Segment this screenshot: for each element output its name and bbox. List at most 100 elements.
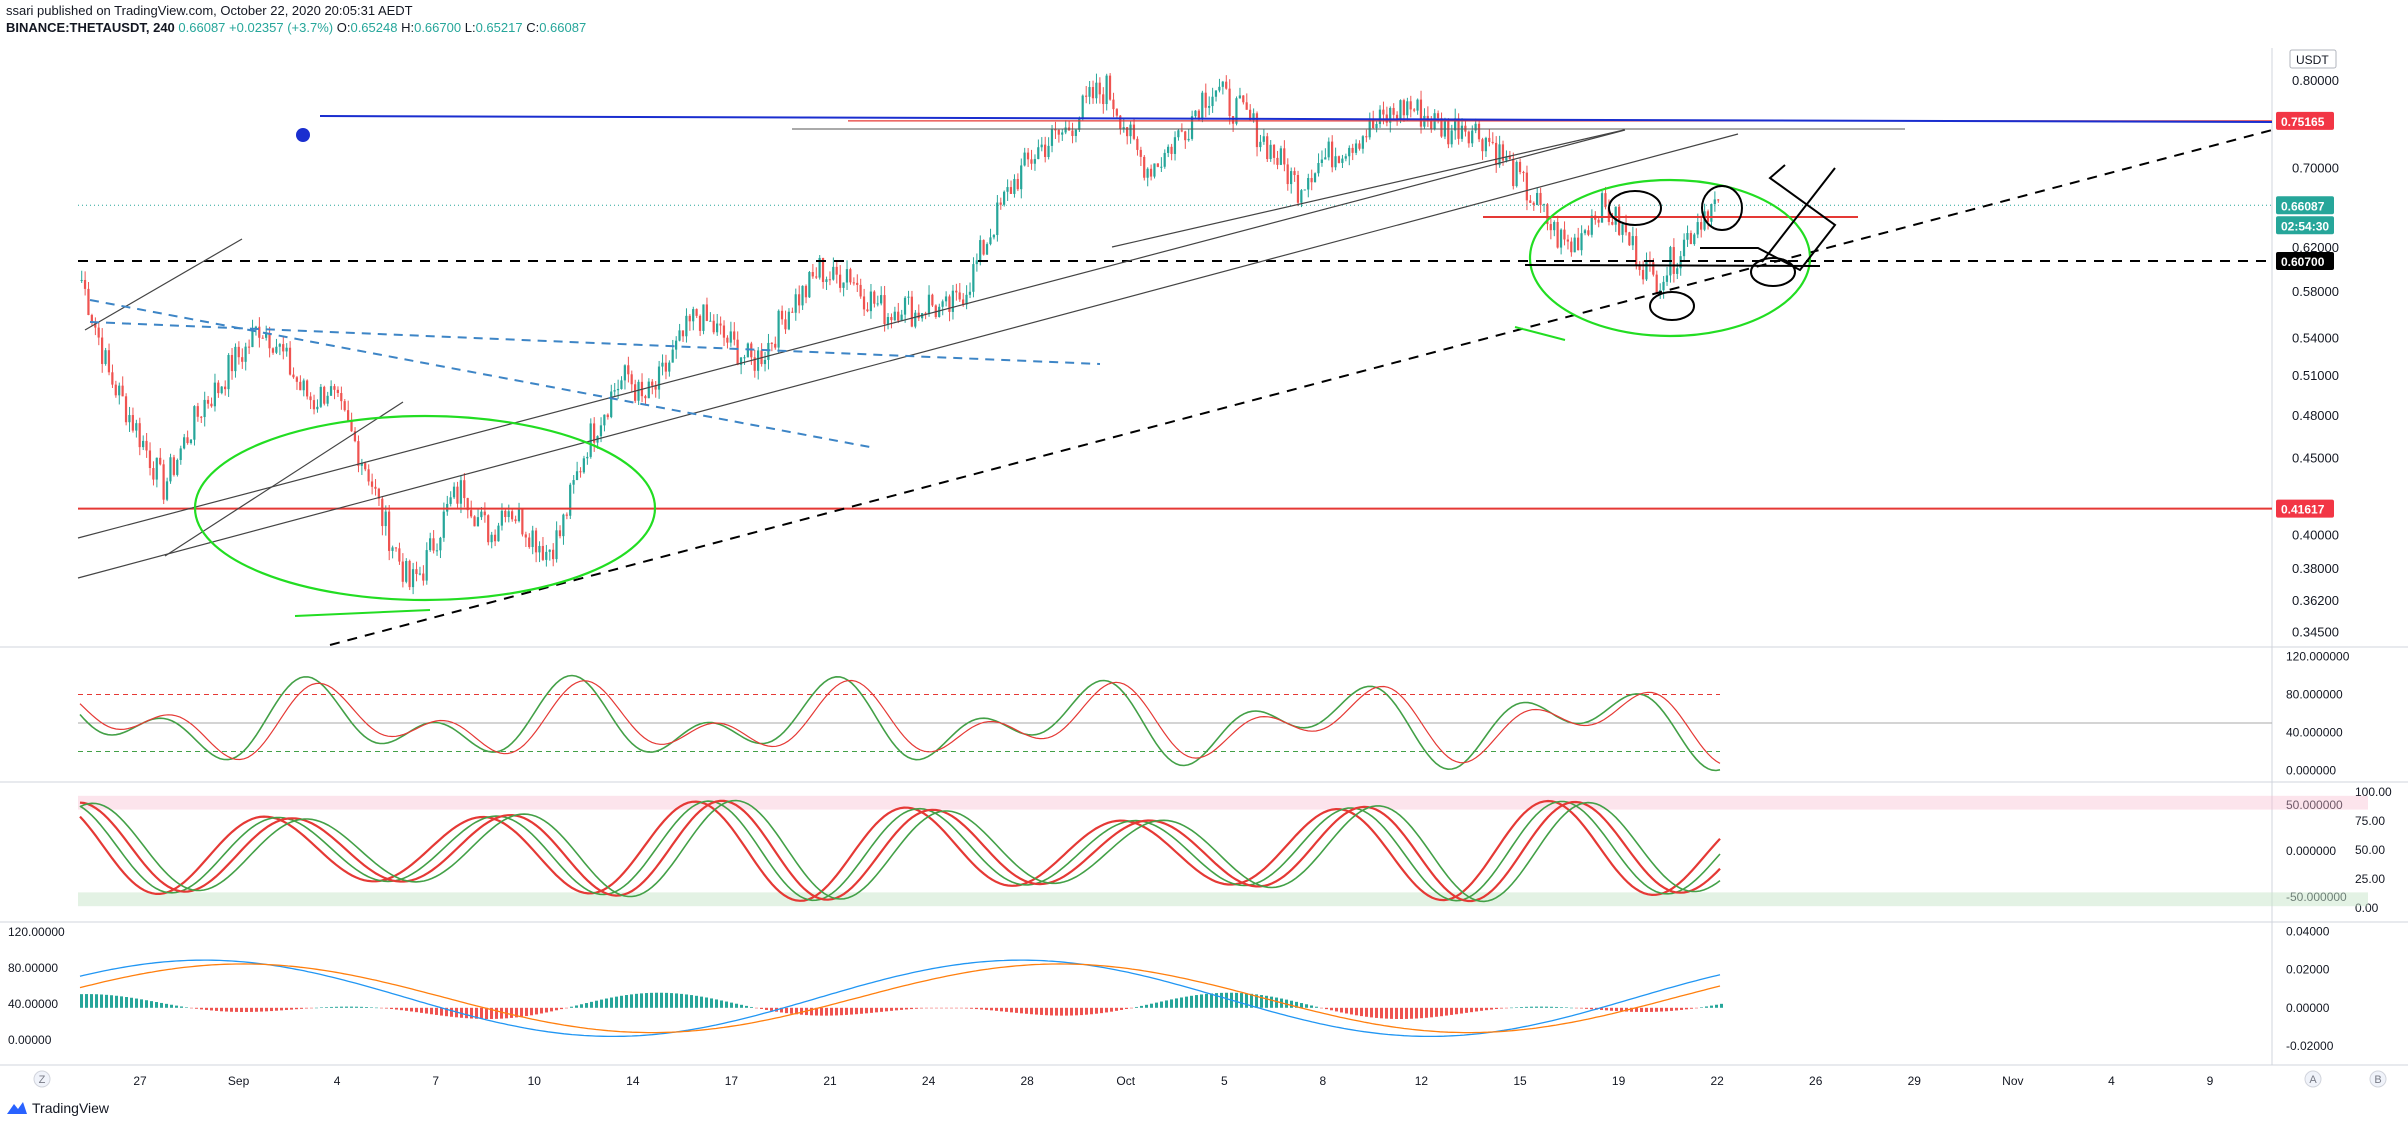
candle-body [1112,99,1115,110]
macd-histogram-bar [920,1007,923,1009]
candle-body [893,311,896,321]
candle-body [1580,233,1583,251]
macd-histogram-bar [1270,996,1273,1008]
macd-histogram-bar [1335,1007,1338,1012]
candle-body [999,202,1002,205]
candle-body [804,285,808,298]
candle-body [1269,144,1272,160]
macd-histogram-bar [835,1007,838,1016]
macd-histogram-bar [875,1007,878,1013]
candle-body [439,537,442,551]
candle-body [1184,131,1187,141]
candle-body [545,551,548,560]
candle-body [1160,166,1163,168]
macd-histogram-bar [190,1007,193,1009]
macd-histogram-bar [165,1003,168,1008]
macd-histogram-bar [640,993,643,1008]
candle-body [271,348,275,353]
candle-body [1652,262,1655,275]
candle-body [675,340,678,350]
macd-histogram-bar [345,1006,348,1008]
candle-body [900,314,903,321]
macd-histogram-bar [1395,1007,1398,1019]
candle-body [329,386,333,396]
macd-histogram-bar [205,1007,208,1010]
candle-body [692,309,695,322]
macd-histogram-bar [185,1007,188,1008]
macd-histogram-bar [370,1007,373,1008]
macd-histogram-bar [435,1007,438,1015]
candle-body [1542,204,1546,206]
candle-body [842,282,845,288]
candle-body [531,530,534,548]
candle-body [828,279,831,281]
indicator3-tick-label: 0.04000 [2286,925,2330,939]
candle-body [394,547,398,549]
candle-body [292,374,295,378]
tradingview-logo[interactable]: TradingView [6,1100,109,1116]
macd-histogram-bar [1550,1006,1553,1008]
candle-body [1276,157,1279,165]
candle-body [702,304,705,331]
macd-histogram-bar [1720,1003,1723,1008]
candle-body [1293,171,1296,176]
candle-body [118,385,121,396]
candle-body [1365,136,1368,138]
macd-histogram-bar [1655,1007,1658,1012]
macd-histogram-bar [415,1007,418,1013]
candle-body [910,296,913,327]
candle-body [326,395,329,404]
candle-body [336,389,339,394]
time-tick-label: 22 [1710,1074,1724,1088]
candle-body [1522,172,1525,174]
candle-body [1307,178,1310,190]
candle-body [1570,241,1573,253]
candle-body [1132,124,1136,139]
macd-histogram-bar [155,1002,158,1008]
macd-histogram-bar [1195,995,1198,1008]
candle-body [1392,107,1395,115]
candle-body [1064,127,1067,133]
macd-histogram-bar [160,1002,163,1008]
macd-histogram-bar [225,1007,228,1012]
candle-body [733,331,736,340]
candle-body [1539,192,1542,205]
macd-histogram-bar [1455,1007,1458,1015]
candle-body [210,403,213,407]
candle-body [1054,129,1057,131]
macd-histogram-bar [1105,1007,1108,1013]
candle-body [794,294,797,313]
candle-body [1214,90,1218,97]
macd-histogram-bar [405,1007,408,1011]
hand-base-line [1524,264,1821,267]
macd-histogram-bar [745,1005,748,1008]
candle-body [825,279,828,283]
candle-body [1529,200,1532,203]
macd-histogram-bar [720,1000,723,1008]
time-tick-label: 7 [432,1074,439,1088]
macd-histogram-bar [410,1007,413,1012]
candle-body [791,311,794,313]
candle-body [528,537,531,548]
macd-histogram-bar [580,1004,583,1008]
candle-body [1286,164,1289,185]
indicator2-line [79,800,1721,902]
candle-body [415,569,418,575]
price-tick-label: 0.54000 [2292,331,2339,346]
macd-histogram-bar [400,1007,403,1011]
candle-body [148,450,152,469]
candle-body [1016,178,1019,190]
time-tick-label: 12 [1415,1074,1429,1088]
macd-histogram-bar [360,1006,363,1008]
macd-histogram-bar [915,1007,918,1009]
candle-body [500,510,503,526]
macd-histogram-bar [1680,1007,1683,1010]
time-tick-label: 5 [1221,1074,1228,1088]
candle-body [716,323,719,333]
candle-body [213,382,216,407]
candle-body [1645,260,1648,280]
macd-histogram-bar [760,1007,763,1010]
macd-histogram-bar [1475,1007,1478,1012]
candle-body [552,549,555,560]
close-label: C: [526,20,540,35]
